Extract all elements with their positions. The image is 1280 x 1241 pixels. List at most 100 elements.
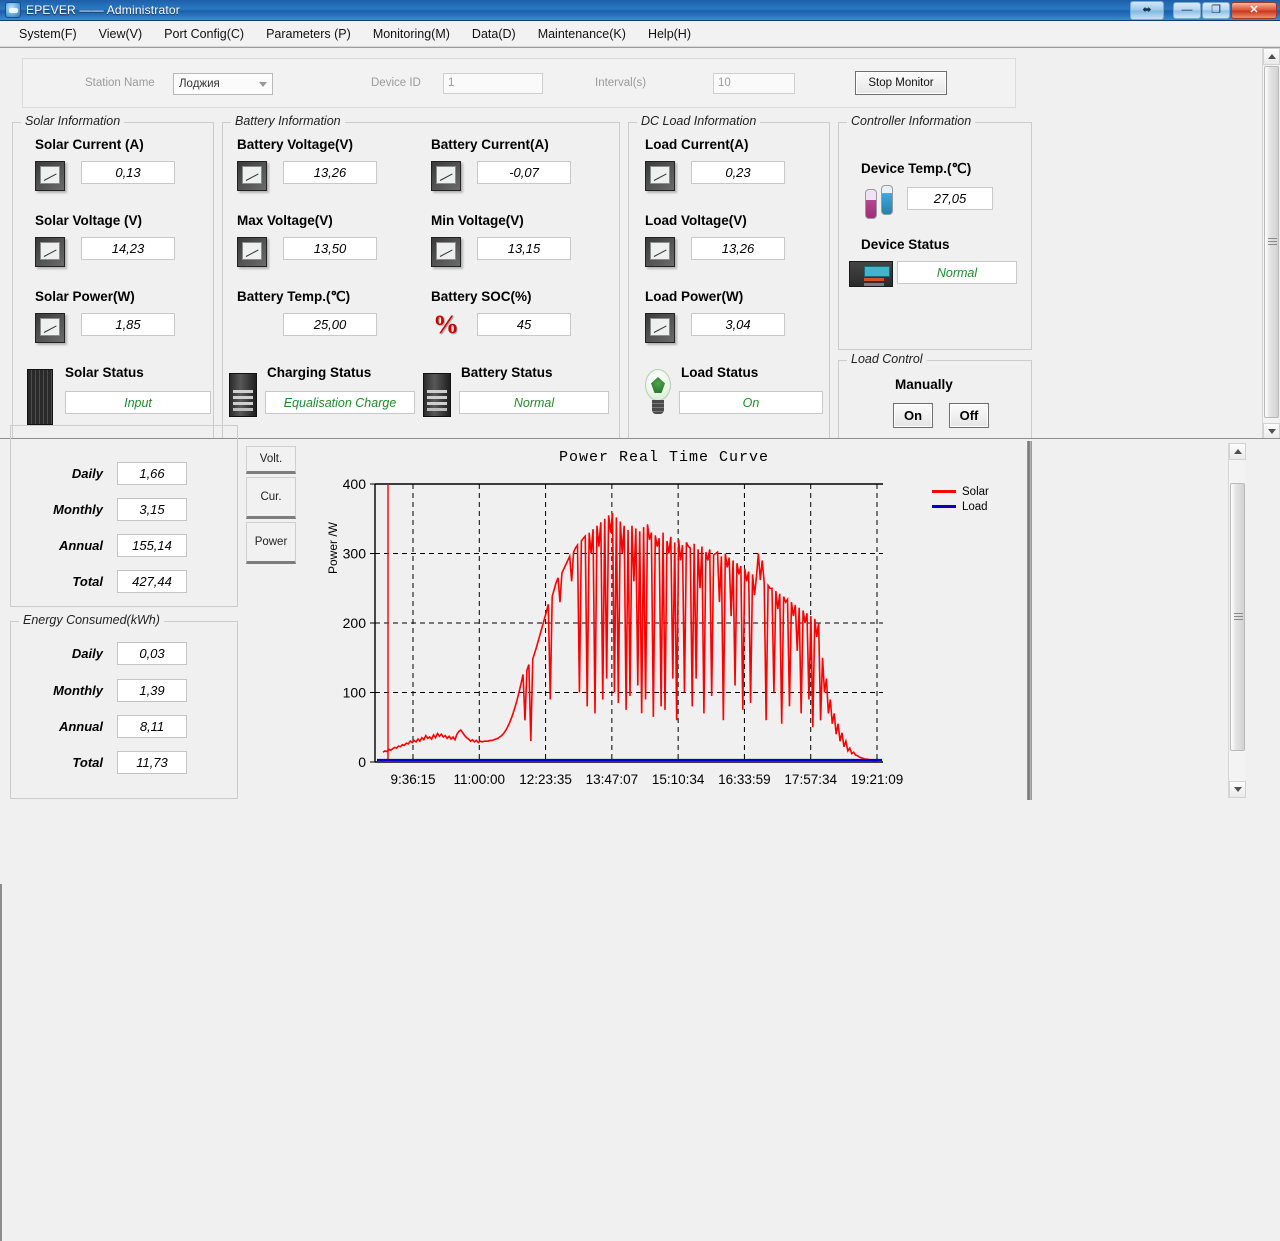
energy-consumed-annual-label: Annual: [11, 719, 117, 734]
scroll-up-button[interactable]: [1229, 443, 1246, 460]
menu-monitoring[interactable]: Monitoring(M): [362, 23, 461, 45]
charging-status-value: Equalisation Charge: [265, 391, 415, 414]
energy-consumed-daily-value: 0,03: [117, 642, 187, 665]
right-panel-vertical-scrollbar[interactable]: [1228, 443, 1245, 798]
energy-consumed-monthly-value: 1,39: [117, 679, 187, 702]
solar-power-label: Solar Power(W): [35, 289, 135, 304]
station-name-value: Лоджия: [179, 78, 220, 90]
battery-temp-value: 25,00: [283, 313, 377, 336]
min-voltage-label: Min Voltage(V): [431, 213, 524, 228]
device-id-label: Device ID: [371, 77, 421, 89]
load-voltage-label: Load Voltage(V): [645, 213, 747, 228]
energy-generated-monthly-value: 3,15: [117, 498, 187, 521]
svg-text:100: 100: [343, 685, 367, 701]
battery-status-label: Battery Status: [461, 365, 553, 380]
controller-icon: [849, 261, 893, 287]
dc-load-information-title: DC Load Information: [637, 114, 760, 128]
load-voltage-value: 13,26: [691, 237, 785, 260]
load-control-group: Load Control Manually On Off: [838, 360, 1032, 439]
app-icon: [5, 2, 21, 18]
restore-down-button[interactable]: ⬌: [1130, 1, 1164, 20]
menu-data[interactable]: Data(D): [461, 23, 527, 45]
battery-information-group: Battery Information Battery Voltage(V) 1…: [222, 122, 620, 439]
battery-icon: [229, 373, 257, 417]
load-off-button[interactable]: Off: [949, 403, 989, 428]
load-power-label: Load Power(W): [645, 289, 743, 304]
energy-generated-monthly-label: Monthly: [11, 502, 117, 517]
solar-voltage-value: 14,23: [81, 237, 175, 260]
controller-information-title: Controller Information: [847, 114, 975, 128]
chart-type-tabs: Volt. Cur. Power: [246, 446, 298, 556]
panel-border: [0, 884, 2, 1241]
max-voltage-label: Max Voltage(V): [237, 213, 333, 228]
eco-bulb-icon: [641, 369, 675, 419]
right-empty-panel: [1031, 441, 1263, 800]
maximize-button[interactable]: ❐: [1202, 2, 1230, 19]
solar-panel-icon: [27, 369, 53, 425]
scrollbar-thumb[interactable]: [1230, 483, 1245, 751]
battery-current-value: -0,07: [477, 161, 571, 184]
energy-generated-total-value: 427,44: [117, 570, 187, 593]
energy-consumed-total-value: 11,73: [117, 751, 187, 774]
load-power-value: 3,04: [691, 313, 785, 336]
stop-monitor-button[interactable]: Stop Monitor: [855, 71, 947, 95]
station-name-select[interactable]: Лоджия: [173, 73, 273, 95]
menu-parameters[interactable]: Parameters (P): [255, 23, 362, 45]
svg-text:13:47:07: 13:47:07: [586, 772, 639, 787]
tab-volt[interactable]: Volt.: [246, 446, 296, 474]
svg-text:12:23:35: 12:23:35: [519, 772, 572, 787]
scroll-down-button[interactable]: [1229, 781, 1246, 798]
svg-text:300: 300: [343, 546, 367, 562]
energy-generated-total-label: Total: [11, 574, 117, 589]
scroll-down-button[interactable]: [1263, 423, 1280, 439]
analog-meter-icon: [35, 313, 65, 343]
svg-text:400: 400: [343, 476, 367, 492]
close-button[interactable]: ✕: [1231, 2, 1277, 19]
load-current-value: 0,23: [691, 161, 785, 184]
energy-consumed-group: Energy Consumed(kWh) Daily 0,03 Monthly …: [10, 621, 238, 799]
svg-text:11:00:00: 11:00:00: [454, 772, 506, 787]
analog-meter-icon: [645, 161, 675, 191]
energy-consumed-monthly-label: Monthly: [11, 683, 117, 698]
legend-item-load: Load: [932, 499, 989, 514]
analog-meter-icon: [645, 237, 675, 267]
menubar: System(F) View(V) Port Config(C) Paramet…: [0, 21, 1280, 47]
window-title: EPEVER —— Administrator: [26, 3, 180, 17]
device-temp-label: Device Temp.(℃): [861, 161, 971, 177]
battery-voltage-value: 13,26: [283, 161, 377, 184]
menu-view[interactable]: View(V): [88, 23, 154, 45]
energy-generated-annual-value: 155,14: [117, 534, 187, 557]
svg-text:9:36:15: 9:36:15: [390, 772, 435, 787]
minimize-button[interactable]: —: [1173, 2, 1201, 19]
device-temp-value: 27,05: [907, 187, 993, 210]
load-control-title: Load Control: [847, 352, 927, 366]
interval-input[interactable]: 10: [713, 73, 795, 94]
charging-status-label: Charging Status: [267, 365, 371, 380]
svg-text:17:57:34: 17:57:34: [784, 772, 837, 787]
menu-system[interactable]: System(F): [8, 23, 88, 45]
load-control-mode-label: Manually: [895, 377, 953, 392]
interval-label: Interval(s): [595, 77, 646, 89]
svg-text:0: 0: [358, 754, 366, 770]
menu-help[interactable]: Help(H): [637, 23, 702, 45]
controller-information-group: Controller Information Device Temp.(℃) 2…: [838, 122, 1032, 350]
analog-meter-icon: [237, 161, 267, 191]
chart-plot-area[interactable]: 01002003004009:36:1511:00:0012:23:3513:4…: [300, 464, 1028, 800]
scroll-up-button[interactable]: [1263, 48, 1280, 65]
scrollbar-thumb[interactable]: [1264, 66, 1279, 418]
load-on-button[interactable]: On: [893, 403, 933, 428]
menu-maintenance[interactable]: Maintenance(K): [527, 23, 637, 45]
window-controls: ⬌ — ❐ ✕: [1129, 1, 1277, 20]
energy-consumed-daily-label: Daily: [11, 646, 117, 661]
analog-meter-icon: [431, 237, 461, 267]
thermometer-icon: [243, 313, 265, 345]
dual-thermometer-icon: [863, 185, 899, 219]
menu-port-config[interactable]: Port Config(C): [153, 23, 255, 45]
tab-power[interactable]: Power: [246, 522, 296, 564]
max-voltage-value: 13,50: [283, 237, 377, 260]
legend-label-solar: Solar: [962, 486, 989, 498]
tab-cur[interactable]: Cur.: [246, 477, 296, 519]
device-id-input[interactable]: 1: [443, 73, 543, 94]
analog-meter-icon: [645, 313, 675, 343]
top-region-vertical-scrollbar[interactable]: [1262, 48, 1279, 439]
